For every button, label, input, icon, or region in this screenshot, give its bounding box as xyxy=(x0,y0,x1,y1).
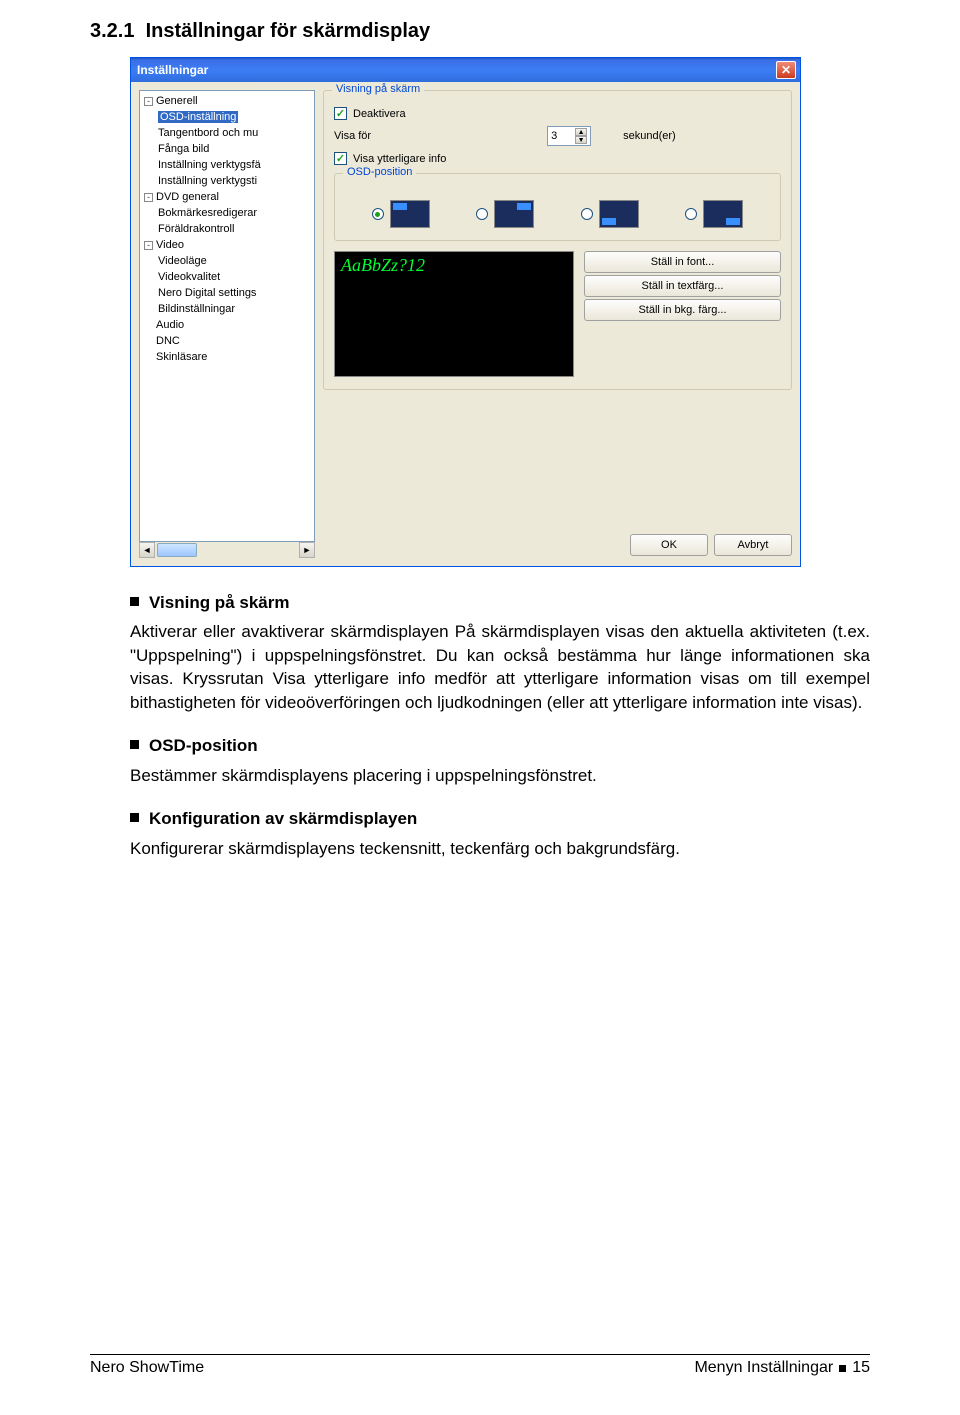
tree-item-label: Nero Digital settings xyxy=(158,287,256,299)
bullet-title-3: Konfiguration av skärmdisplayen xyxy=(149,807,417,830)
tree-expand-icon[interactable]: - xyxy=(144,97,153,106)
tree-expand-icon[interactable]: - xyxy=(144,193,153,202)
tree-item[interactable]: OSD-inställning xyxy=(142,109,312,125)
bullet-title-2: OSD-position xyxy=(149,734,258,757)
bullet-icon xyxy=(130,740,139,749)
scroll-right-icon[interactable]: ► xyxy=(299,542,315,558)
fieldset-osd-position: OSD-position xyxy=(334,173,781,241)
tree-item-label: Inställning verktygsfä xyxy=(158,159,261,171)
osd-thumb-br xyxy=(703,200,743,228)
tree-item-label: Videoläge xyxy=(158,255,207,267)
paragraph-3: Konfigurerar skärmdisplayens teckensnitt… xyxy=(130,837,870,860)
tree-item-label: Inställning verktygsti xyxy=(158,175,257,187)
label-extra-info: Visa ytterligare info xyxy=(353,153,446,165)
paragraph-2: Bestämmer skärmdisplayens placering i up… xyxy=(130,764,870,787)
bullet-title-1: Visning på skärm xyxy=(149,591,289,614)
radio-osd-tr[interactable] xyxy=(476,208,488,220)
tree-item[interactable]: -DVD general xyxy=(142,189,312,205)
titlebar: Inställningar ✕ xyxy=(131,58,800,82)
tree-item[interactable]: Audio xyxy=(142,317,312,333)
tree-item-label: Audio xyxy=(156,319,184,331)
spinner-value: 3 xyxy=(551,130,571,142)
footer-right-label: Menyn Inställningar xyxy=(694,1359,833,1377)
page-footer: Nero ShowTime Menyn Inställningar 15 xyxy=(90,1354,870,1377)
spinner-up-icon[interactable]: ▲ xyxy=(575,128,587,136)
tree-item[interactable]: Bokmärkesredigerar xyxy=(142,205,312,221)
scroll-thumb[interactable] xyxy=(157,543,197,557)
tree-item[interactable]: Föräldrakontroll xyxy=(142,221,312,237)
paragraph-1: Aktiverar eller avaktiverar skärmdisplay… xyxy=(130,620,870,714)
footer-bullet-icon xyxy=(839,1365,846,1372)
label-showfor: Visa för xyxy=(334,130,371,142)
scroll-left-icon[interactable]: ◄ xyxy=(139,542,155,558)
fieldset-osd-legend: OSD-position xyxy=(343,166,416,178)
tree-item-label: Bokmärkesredigerar xyxy=(158,207,257,219)
tree-item[interactable]: Videoläge xyxy=(142,253,312,269)
tree-item-label: Video xyxy=(156,239,184,251)
footer-left: Nero ShowTime xyxy=(90,1359,204,1377)
bullet-icon xyxy=(130,813,139,822)
tree-item[interactable]: Inställning verktygsti xyxy=(142,173,312,189)
tree-item[interactable]: Tangentbord och mu xyxy=(142,125,312,141)
osd-thumb-bl xyxy=(599,200,639,228)
fieldset-display: Visning på skärm ✓ Deaktivera Visa för 3… xyxy=(323,90,792,390)
btn-set-text-color[interactable]: Ställ in textfärg... xyxy=(584,275,781,297)
spinner-down-icon[interactable]: ▼ xyxy=(575,136,587,144)
section-number: 3.2.1 xyxy=(90,20,134,42)
fieldset-display-legend: Visning på skärm xyxy=(332,83,424,95)
checkbox-extra-info[interactable]: ✓ xyxy=(334,152,347,165)
tree-item-label: Tangentbord och mu xyxy=(158,127,258,139)
tree-horizontal-scrollbar[interactable]: ◄ ► xyxy=(139,542,315,558)
tree-item[interactable]: Skinläsare xyxy=(142,349,312,365)
bullet-icon xyxy=(130,597,139,606)
tree-item-label: DNC xyxy=(156,335,180,347)
radio-osd-tl[interactable] xyxy=(372,208,384,220)
tree-item[interactable]: Videokvalitet xyxy=(142,269,312,285)
label-deactivate: Deaktivera xyxy=(353,108,406,120)
tree-item[interactable]: Inställning verktygsfä xyxy=(142,157,312,173)
radio-osd-br[interactable] xyxy=(685,208,697,220)
cancel-button[interactable]: Avbryt xyxy=(714,534,792,556)
tree-item[interactable]: DNC xyxy=(142,333,312,349)
osd-thumb-tl xyxy=(390,200,430,228)
tree-item[interactable]: Nero Digital settings xyxy=(142,285,312,301)
font-preview-text: AaBbZz?12 xyxy=(341,255,425,275)
tree-item[interactable]: -Video xyxy=(142,237,312,253)
tree-item-label: DVD general xyxy=(156,191,219,203)
ok-button[interactable]: OK xyxy=(630,534,708,556)
tree-item-label: Skinläsare xyxy=(156,351,207,363)
close-icon[interactable]: ✕ xyxy=(776,61,796,79)
tree-item-label: Videokvalitet xyxy=(158,271,220,283)
font-preview: AaBbZz?12 xyxy=(334,251,574,377)
label-seconds: sekund(er) xyxy=(623,130,676,142)
tree-item-label: Bildinställningar xyxy=(158,303,235,315)
tree-expand-icon[interactable]: - xyxy=(144,241,153,250)
settings-tree[interactable]: -GenerellOSD-inställningTangentbord och … xyxy=(139,90,315,542)
tree-item-label: Fånga bild xyxy=(158,143,209,155)
checkbox-deactivate[interactable]: ✓ xyxy=(334,107,347,120)
tree-item-label: OSD-inställning xyxy=(158,111,238,123)
footer-page-number: 15 xyxy=(852,1359,870,1377)
tree-item[interactable]: -Generell xyxy=(142,93,312,109)
radio-osd-bl[interactable] xyxy=(581,208,593,220)
tree-item-label: Föräldrakontroll xyxy=(158,223,234,235)
tree-item-label: Generell xyxy=(156,95,198,107)
btn-set-bkg-color[interactable]: Ställ in bkg. färg... xyxy=(584,299,781,321)
tree-item[interactable]: Bildinställningar xyxy=(142,301,312,317)
tree-item[interactable]: Fånga bild xyxy=(142,141,312,157)
window-title: Inställningar xyxy=(137,63,776,77)
osd-thumb-tr xyxy=(494,200,534,228)
btn-set-font[interactable]: Ställ in font... xyxy=(584,251,781,273)
section-title-text: Inställningar för skärmdisplay xyxy=(146,20,431,42)
settings-window: Inställningar ✕ -GenerellOSD-inställning… xyxy=(130,57,801,567)
section-heading: 3.2.1 Inställningar för skärmdisplay xyxy=(90,20,870,43)
seconds-spinner[interactable]: 3 ▲ ▼ xyxy=(547,126,591,146)
